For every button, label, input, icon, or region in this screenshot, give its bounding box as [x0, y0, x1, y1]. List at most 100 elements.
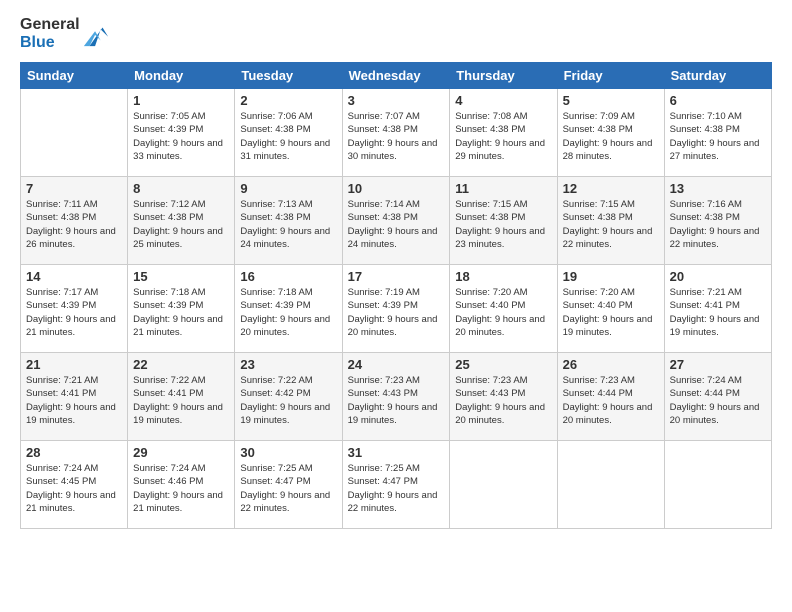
day-number: 20 [670, 269, 766, 284]
calendar-cell: 26 Sunrise: 7:23 AMSunset: 4:44 PMDayligh… [557, 353, 664, 441]
day-info: Sunrise: 7:24 AMSunset: 4:45 PMDaylight:… [26, 462, 122, 515]
calendar-cell: 6 Sunrise: 7:10 AMSunset: 4:38 PMDaylight… [664, 89, 771, 177]
day-number: 14 [26, 269, 122, 284]
calendar-cell [664, 441, 771, 529]
calendar-cell: 20 Sunrise: 7:21 AMSunset: 4:41 PMDayligh… [664, 265, 771, 353]
day-info: Sunrise: 7:08 AMSunset: 4:38 PMDaylight:… [455, 110, 551, 163]
day-info: Sunrise: 7:21 AMSunset: 4:41 PMDaylight:… [670, 286, 766, 339]
day-info: Sunrise: 7:15 AMSunset: 4:38 PMDaylight:… [455, 198, 551, 251]
day-number: 18 [455, 269, 551, 284]
day-number: 31 [348, 445, 445, 460]
day-info: Sunrise: 7:21 AMSunset: 4:41 PMDaylight:… [26, 374, 122, 427]
day-number: 27 [670, 357, 766, 372]
calendar-week-row: 21 Sunrise: 7:21 AMSunset: 4:41 PMDayligh… [21, 353, 772, 441]
calendar-cell: 14 Sunrise: 7:17 AMSunset: 4:39 PMDayligh… [21, 265, 128, 353]
calendar-cell: 17 Sunrise: 7:19 AMSunset: 4:39 PMDayligh… [342, 265, 450, 353]
day-number: 5 [563, 93, 659, 108]
calendar-table: SundayMondayTuesdayWednesdayThursdayFrid… [20, 62, 772, 529]
day-info: Sunrise: 7:24 AMSunset: 4:44 PMDaylight:… [670, 374, 766, 427]
calendar-week-row: 28Sunrise: 7:24 AMSunset: 4:45 PMDayligh… [21, 441, 772, 529]
header: General Blue [20, 16, 772, 52]
day-number: 3 [348, 93, 445, 108]
day-info: Sunrise: 7:14 AMSunset: 4:38 PMDaylight:… [348, 198, 445, 251]
day-info: Sunrise: 7:24 AMSunset: 4:46 PMDaylight:… [133, 462, 229, 515]
day-info: Sunrise: 7:22 AMSunset: 4:42 PMDaylight:… [240, 374, 336, 427]
calendar-cell: 28Sunrise: 7:24 AMSunset: 4:45 PMDayligh… [21, 441, 128, 529]
day-number: 16 [240, 269, 336, 284]
calendar-cell: 21 Sunrise: 7:21 AMSunset: 4:41 PMDayligh… [21, 353, 128, 441]
day-info: Sunrise: 7:16 AMSunset: 4:38 PMDaylight:… [670, 198, 766, 251]
day-number: 13 [670, 181, 766, 196]
day-info: Sunrise: 7:25 AMSunset: 4:47 PMDaylight:… [348, 462, 445, 515]
calendar-cell: 2Sunrise: 7:06 AMSunset: 4:38 PMDaylight… [235, 89, 342, 177]
day-info: Sunrise: 7:05 AMSunset: 4:39 PMDaylight:… [133, 110, 229, 163]
day-info: Sunrise: 7:10 AMSunset: 4:38 PMDaylight:… [670, 110, 766, 163]
day-number: 9 [240, 181, 336, 196]
day-number: 11 [455, 181, 551, 196]
day-number: 12 [563, 181, 659, 196]
day-number: 15 [133, 269, 229, 284]
calendar-cell: 25 Sunrise: 7:23 AMSunset: 4:43 PMDayligh… [450, 353, 557, 441]
logo-blue: Blue [20, 34, 80, 52]
calendar-cell: 9Sunrise: 7:13 AMSunset: 4:38 PMDaylight… [235, 177, 342, 265]
logo: General Blue [20, 16, 110, 52]
calendar-cell: 18 Sunrise: 7:20 AMSunset: 4:40 PMDayligh… [450, 265, 557, 353]
day-info: Sunrise: 7:23 AMSunset: 4:44 PMDaylight:… [563, 374, 659, 427]
calendar-day-header: Monday [128, 63, 235, 89]
day-info: Sunrise: 7:18 AMSunset: 4:39 PMDaylight:… [133, 286, 229, 339]
day-number: 26 [563, 357, 659, 372]
day-number: 4 [455, 93, 551, 108]
calendar-cell: 24Sunrise: 7:23 AMSunset: 4:43 PMDayligh… [342, 353, 450, 441]
calendar-cell: 19 Sunrise: 7:20 AMSunset: 4:40 PMDayligh… [557, 265, 664, 353]
calendar-cell: 10Sunrise: 7:14 AMSunset: 4:38 PMDayligh… [342, 177, 450, 265]
calendar-cell: 31 Sunrise: 7:25 AMSunset: 4:47 PMDayligh… [342, 441, 450, 529]
calendar-day-header: Wednesday [342, 63, 450, 89]
day-number: 7 [26, 181, 122, 196]
calendar-cell: 29 Sunrise: 7:24 AMSunset: 4:46 PMDayligh… [128, 441, 235, 529]
day-info: Sunrise: 7:23 AMSunset: 4:43 PMDaylight:… [455, 374, 551, 427]
day-number: 8 [133, 181, 229, 196]
calendar-day-header: Saturday [664, 63, 771, 89]
day-number: 25 [455, 357, 551, 372]
day-info: Sunrise: 7:19 AMSunset: 4:39 PMDaylight:… [348, 286, 445, 339]
day-info: Sunrise: 7:06 AMSunset: 4:38 PMDaylight:… [240, 110, 336, 163]
calendar-cell: 1Sunrise: 7:05 AMSunset: 4:39 PMDaylight… [128, 89, 235, 177]
day-info: Sunrise: 7:20 AMSunset: 4:40 PMDaylight:… [563, 286, 659, 339]
calendar-cell: 22Sunrise: 7:22 AMSunset: 4:41 PMDayligh… [128, 353, 235, 441]
day-number: 6 [670, 93, 766, 108]
day-info: Sunrise: 7:20 AMSunset: 4:40 PMDaylight:… [455, 286, 551, 339]
calendar-header-row: SundayMondayTuesdayWednesdayThursdayFrid… [21, 63, 772, 89]
day-info: Sunrise: 7:23 AMSunset: 4:43 PMDaylight:… [348, 374, 445, 427]
calendar-cell [557, 441, 664, 529]
day-info: Sunrise: 7:11 AMSunset: 4:38 PMDaylight:… [26, 198, 122, 251]
day-info: Sunrise: 7:22 AMSunset: 4:41 PMDaylight:… [133, 374, 229, 427]
calendar-week-row: 14 Sunrise: 7:17 AMSunset: 4:39 PMDayligh… [21, 265, 772, 353]
calendar-day-header: Sunday [21, 63, 128, 89]
calendar-cell: 13 Sunrise: 7:16 AMSunset: 4:38 PMDayligh… [664, 177, 771, 265]
day-info: Sunrise: 7:17 AMSunset: 4:39 PMDaylight:… [26, 286, 122, 339]
day-info: Sunrise: 7:25 AMSunset: 4:47 PMDaylight:… [240, 462, 336, 515]
calendar-cell: 4 Sunrise: 7:08 AMSunset: 4:38 PMDaylight… [450, 89, 557, 177]
calendar-week-row: 7 Sunrise: 7:11 AMSunset: 4:38 PMDaylight… [21, 177, 772, 265]
calendar-cell: 7 Sunrise: 7:11 AMSunset: 4:38 PMDaylight… [21, 177, 128, 265]
calendar-cell: 16 Sunrise: 7:18 AMSunset: 4:39 PMDayligh… [235, 265, 342, 353]
calendar-week-row: 1Sunrise: 7:05 AMSunset: 4:39 PMDaylight… [21, 89, 772, 177]
day-number: 21 [26, 357, 122, 372]
day-number: 19 [563, 269, 659, 284]
calendar-cell: 23Sunrise: 7:22 AMSunset: 4:42 PMDayligh… [235, 353, 342, 441]
calendar-cell: 11 Sunrise: 7:15 AMSunset: 4:38 PMDayligh… [450, 177, 557, 265]
logo-icon [82, 20, 110, 48]
calendar-cell: 3Sunrise: 7:07 AMSunset: 4:38 PMDaylight… [342, 89, 450, 177]
day-info: Sunrise: 7:18 AMSunset: 4:39 PMDaylight:… [240, 286, 336, 339]
calendar-cell [450, 441, 557, 529]
calendar-cell: 30 Sunrise: 7:25 AMSunset: 4:47 PMDayligh… [235, 441, 342, 529]
logo-text: General Blue [20, 16, 110, 52]
day-number: 30 [240, 445, 336, 460]
day-number: 29 [133, 445, 229, 460]
calendar-day-header: Tuesday [235, 63, 342, 89]
calendar-cell: 8Sunrise: 7:12 AMSunset: 4:38 PMDaylight… [128, 177, 235, 265]
calendar-cell [21, 89, 128, 177]
day-number: 17 [348, 269, 445, 284]
main-container: General Blue SundayMondayTuesdayWednesda… [0, 0, 792, 612]
day-info: Sunrise: 7:09 AMSunset: 4:38 PMDaylight:… [563, 110, 659, 163]
